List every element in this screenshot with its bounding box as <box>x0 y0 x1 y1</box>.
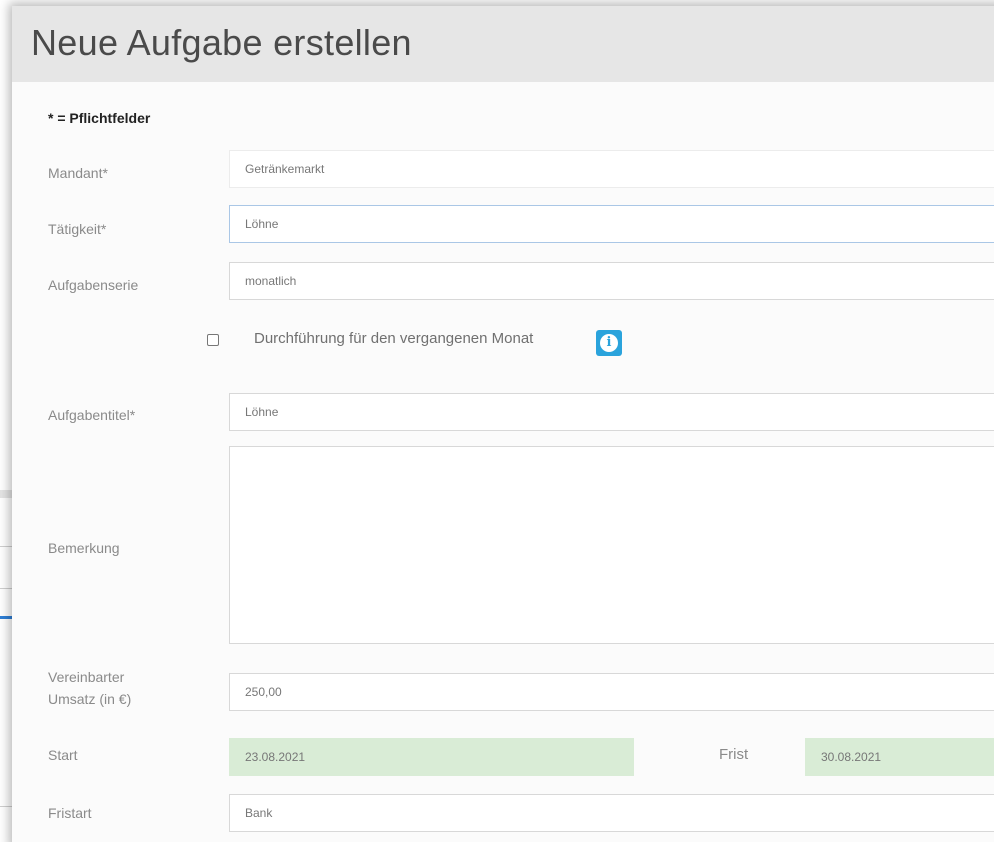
vergangener-monat-checkbox[interactable] <box>207 334 219 346</box>
frist-date-field[interactable]: 30.08.2021 <box>805 738 994 776</box>
umsatz-label-line1: Vereinbarter <box>48 669 125 685</box>
info-button[interactable]: i <box>596 330 622 356</box>
start-label: Start <box>48 747 78 763</box>
aufgabentitel-label: Aufgabentitel* <box>48 407 136 423</box>
required-fields-note: * = Pflichtfelder <box>48 110 151 126</box>
info-icon: i <box>600 334 618 352</box>
fristart-label: Fristart <box>48 805 92 821</box>
new-task-dialog: Neue Aufgabe erstellen * = Pflichtfelder… <box>12 6 994 842</box>
bemerkung-textarea[interactable] <box>229 446 994 644</box>
fristart-select[interactable]: Bank <box>229 794 994 832</box>
dialog-title: Neue Aufgabe erstellen <box>31 22 412 63</box>
umsatz-field[interactable]: 250,00 <box>229 673 994 711</box>
umsatz-label-line2: Umsatz (in €) <box>48 691 132 707</box>
aufgabenserie-label: Aufgabenserie <box>48 277 139 293</box>
start-date-field[interactable]: 23.08.2021 <box>229 738 634 776</box>
taetigkeit-label: Tätigkeit* <box>48 221 107 237</box>
dialog-header: Neue Aufgabe erstellen <box>12 6 994 82</box>
aufgabentitel-field[interactable]: Löhne <box>229 393 994 431</box>
vergangener-monat-label: Durchführung für den vergangenen Monat <box>254 330 534 347</box>
bemerkung-label: Bemerkung <box>48 540 120 556</box>
mandant-label: Mandant* <box>48 165 108 181</box>
frist-label: Frist <box>719 746 749 763</box>
mandant-field[interactable]: Getränkemarkt <box>229 150 994 188</box>
aufgabenserie-select[interactable]: monatlich <box>229 262 994 300</box>
taetigkeit-field[interactable]: Löhne <box>229 205 994 243</box>
